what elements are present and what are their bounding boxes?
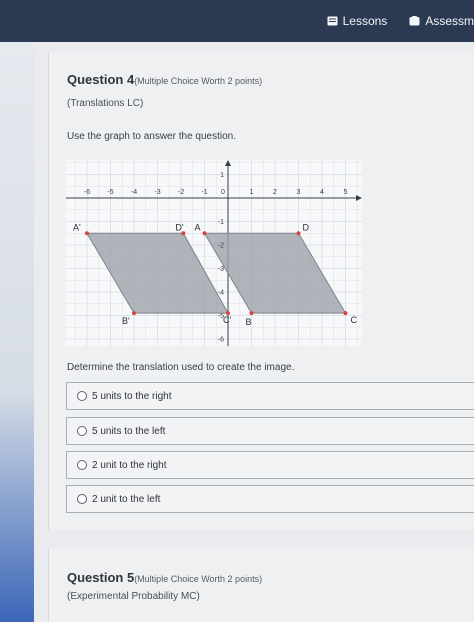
question-5-heading: Question 5 — [67, 570, 135, 585]
translation-graph: -6 -5 -4 -3 -2 -1 0 1 2 3 4 5 1-1-2-3-4-5-6 A' D'B' C… — [66, 160, 362, 346]
x-tick-label: -6 — [84, 189, 90, 196]
top-nav-bar: Lessons Assessm — [0, 0, 474, 42]
question-4-prompt: Determine the translation used to create… — [67, 362, 295, 373]
image-vertex-label: D' — [175, 222, 183, 232]
x-tick-label: 1 — [250, 189, 254, 196]
question-5-card: Question 5(Multiple Choice Worth 2 point… — [48, 548, 474, 622]
vertex-point — [296, 231, 301, 236]
x-tick-label: -5 — [107, 189, 113, 196]
y-tick-label: -3 — [218, 266, 224, 273]
question-5-topic: (Experimental Probability MC) — [67, 591, 200, 602]
question-4-title: Question 4(Multiple Choice Worth 2 point… — [67, 72, 262, 87]
x-tick-label: 3 — [297, 189, 301, 196]
vertex-point — [202, 231, 207, 236]
option-2-label: 5 units to the left — [92, 425, 166, 437]
original-vertex-label: A — [195, 222, 201, 232]
image-vertex-label: B' — [122, 316, 130, 326]
x-tick-label: 0 — [221, 189, 225, 196]
y-tick-label: -4 — [218, 290, 224, 297]
nav-lessons[interactable]: Lessons — [327, 14, 388, 28]
x-tick-label: 4 — [320, 189, 324, 196]
image-vertex-label: A' — [73, 222, 81, 232]
vertex-point — [249, 311, 254, 316]
x-tick-label: -1 — [201, 189, 207, 196]
nav-assessments-label: Assessm — [425, 14, 474, 28]
original-vertex-label: D — [303, 222, 310, 232]
vertex-point — [343, 311, 348, 316]
y-tick-label: -2 — [218, 243, 224, 250]
y-tick-label: -1 — [218, 219, 224, 226]
x-tick-label: -2 — [178, 189, 184, 196]
y-tick-label: -6 — [218, 337, 224, 344]
y-tick-label: 1 — [220, 172, 224, 179]
option-3[interactable]: 2 unit to the right — [66, 451, 474, 479]
option-3-label: 2 unit to the right — [92, 459, 167, 471]
x-tick-label: 5 — [344, 189, 348, 196]
radio-icon[interactable] — [77, 494, 87, 504]
question-4-instruction: Use the graph to answer the question. — [67, 131, 236, 142]
option-4-label: 2 unit to the left — [92, 493, 161, 505]
nav-lessons-label: Lessons — [342, 14, 388, 28]
radio-icon[interactable] — [77, 391, 87, 401]
book-icon — [327, 16, 338, 26]
x-tick-label: 2 — [273, 189, 277, 196]
question-4-topic: (Translations LC) — [67, 98, 144, 109]
original-vertex-label: B — [246, 317, 252, 327]
option-1-label: 5 units to the right — [92, 390, 172, 402]
x-tick-label: -3 — [154, 189, 160, 196]
question-5-worth: (Multiple Choice Worth 2 points) — [134, 574, 263, 584]
original-vertex-label: C — [351, 315, 358, 325]
left-edge-decoration — [0, 42, 34, 622]
radio-icon[interactable] — [77, 426, 87, 436]
radio-icon[interactable] — [77, 460, 87, 470]
question-4-worth: (Multiple Choice Worth 2 points) — [134, 76, 263, 86]
option-1[interactable]: 5 units to the right — [66, 382, 474, 410]
option-2[interactable]: 5 units to the left — [66, 417, 474, 445]
question-4-heading: Question 4 — [67, 72, 135, 87]
nav-assessments[interactable]: Assessm — [409, 14, 474, 28]
image-vertex-label: C' — [223, 315, 231, 325]
clipboard-icon — [409, 16, 420, 26]
question-5-title: Question 5(Multiple Choice Worth 2 point… — [67, 570, 262, 585]
vertex-point — [132, 311, 136, 316]
option-4[interactable]: 2 unit to the left — [66, 485, 474, 513]
x-tick-label: -4 — [131, 189, 137, 196]
vertex-point — [85, 231, 89, 236]
